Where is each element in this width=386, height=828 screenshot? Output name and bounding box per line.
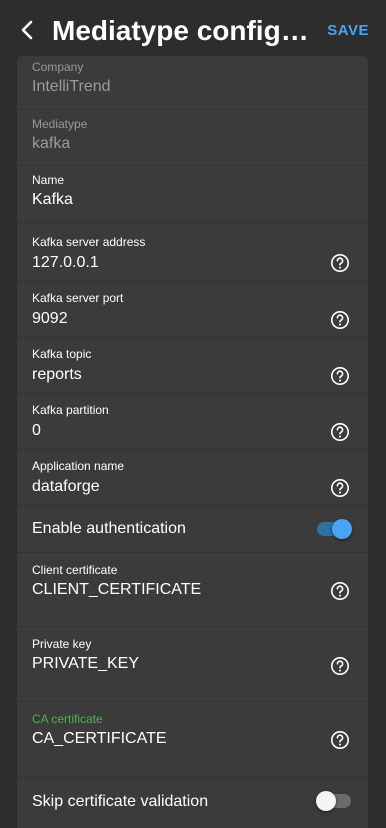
help-circle-icon[interactable] [330,581,350,601]
help-circle-icon[interactable] [330,310,350,330]
toggle-thumb [332,519,352,539]
mediatype-label: Mediatype [32,117,88,131]
partition-field[interactable]: Kafka partition 0 [17,394,368,450]
server-address-value[interactable]: 127.0.0.1 [32,254,99,272]
partition-label: Kafka partition [32,403,109,417]
client-cert-field[interactable]: Client certificate CLIENT_CERTIFICATE [17,553,368,627]
private-key-field[interactable]: Private key PRIVATE_KEY [17,627,368,702]
server-port-field[interactable]: Kafka server port 9092 [17,282,368,338]
topic-field[interactable]: Kafka topic reports [17,338,368,394]
toggle-thumb [316,791,336,811]
mediatype-value: kafka [32,135,71,152]
company-label: Company [32,60,84,74]
name-field[interactable]: Name Kafka [17,166,368,223]
back-button[interactable] [16,18,40,42]
app-name-label: Application name [32,459,125,473]
skip-validation-row[interactable]: Skip certificate validation [17,778,368,828]
name-value[interactable]: Kafka [32,191,73,209]
ca-cert-value[interactable]: CA_CERTIFICATE [32,730,167,748]
save-button[interactable]: SAVE [327,22,369,39]
help-circle-icon[interactable] [330,656,350,676]
app-header: Mediatype configuration SAVE [0,0,386,58]
enable-auth-label: Enable authentication [32,520,186,537]
skip-validation-label: Skip certificate validation [32,793,209,810]
enable-auth-row[interactable]: Enable authentication [17,506,368,553]
mediatype-row: Mediatype kafka [17,110,368,166]
ca-cert-field[interactable]: CA certificate CA_CERTIFICATE [17,702,368,778]
page-title: Mediatype configuration [52,15,320,46]
topic-label: Kafka topic [32,347,92,361]
help-circle-icon[interactable] [330,730,350,750]
app-name-value[interactable]: dataforge [32,478,100,496]
private-key-label: Private key [32,637,92,651]
private-key-value[interactable]: PRIVATE_KEY [32,655,139,673]
help-circle-icon[interactable] [330,478,350,498]
company-row: Company IntelliTrend [17,56,368,110]
chevron-left-icon [21,20,33,40]
ca-cert-label: CA certificate [32,712,103,726]
help-circle-icon[interactable] [330,253,350,273]
help-circle-icon[interactable] [330,422,350,442]
topic-value[interactable]: reports [32,366,82,384]
app-name-field[interactable]: Application name dataforge [17,450,368,506]
partition-value[interactable]: 0 [32,422,41,440]
name-label: Name [32,173,65,187]
skip-validation-toggle[interactable] [316,790,352,812]
help-circle-icon[interactable] [330,366,350,386]
server-address-field[interactable]: Kafka server address 127.0.0.1 [17,223,368,282]
client-cert-value[interactable]: CLIENT_CERTIFICATE [32,581,201,599]
server-port-label: Kafka server port [32,291,124,305]
enable-auth-toggle[interactable] [316,518,352,540]
company-value: IntelliTrend [32,78,111,95]
server-port-value[interactable]: 9092 [32,310,68,328]
server-address-label: Kafka server address [32,235,146,249]
client-cert-label: Client certificate [32,563,118,577]
settings-card: Company IntelliTrend Mediatype kafka Nam… [17,56,368,828]
